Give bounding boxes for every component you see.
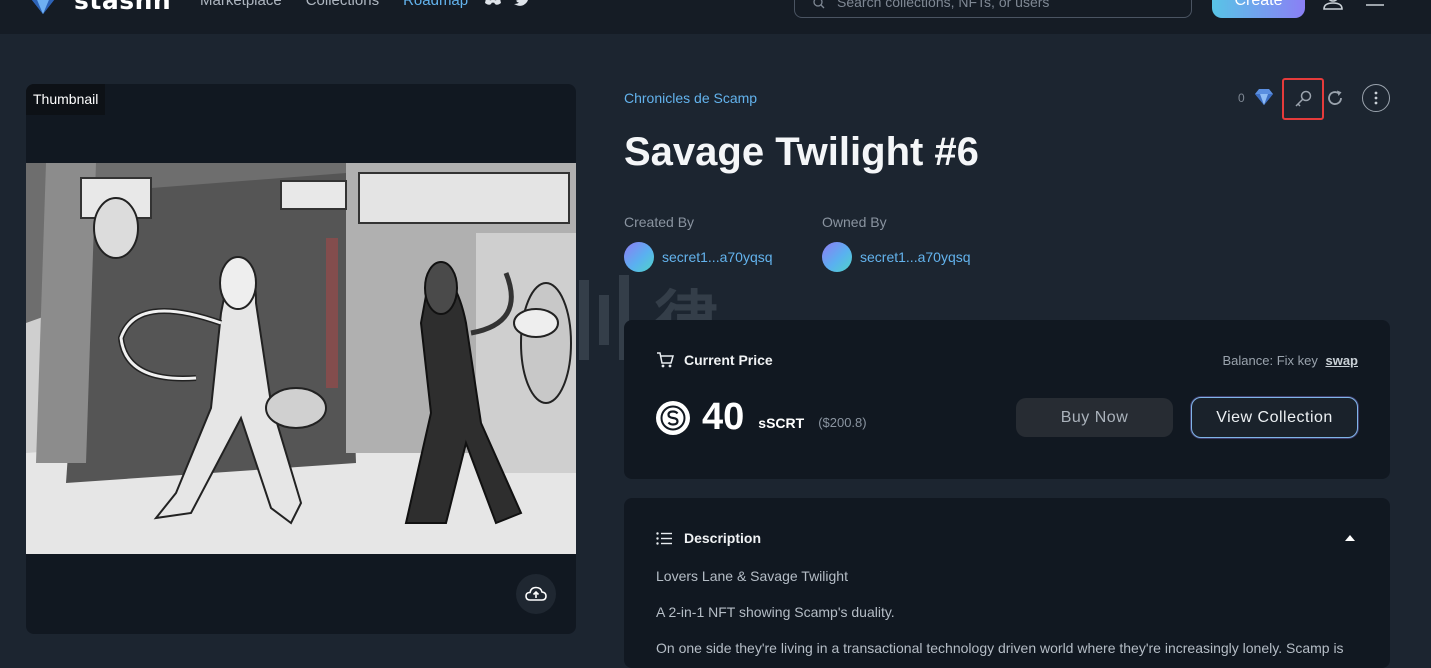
description-label: Description — [684, 530, 761, 546]
buy-now-button[interactable]: Buy Now — [1016, 398, 1173, 437]
secret-token-icon — [660, 405, 686, 431]
price-amount: 40 — [702, 396, 744, 439]
thumbnail-card: Thumbnail — [26, 84, 576, 634]
owned-by-label: Owned By — [822, 214, 971, 230]
nav-marketplace[interactable]: Marketplace — [200, 0, 282, 9]
twitter-icon[interactable] — [514, 0, 530, 6]
list-icon — [656, 532, 672, 545]
refresh-icon[interactable] — [1326, 89, 1344, 107]
chevron-up-icon[interactable] — [1344, 534, 1356, 542]
price-unit: sSCRT — [758, 415, 804, 431]
creator-section: Created By secret1...a70yqsq — [624, 214, 773, 272]
owner-row[interactable]: secret1...a70yqsq — [822, 242, 971, 272]
created-by-label: Created By — [624, 214, 773, 230]
cart-icon — [656, 352, 674, 368]
top-navigation-bar: stashh Marketplace Collections Roadmap C… — [0, 0, 1431, 34]
current-price-label: Current Price — [684, 352, 773, 368]
user-account-icon[interactable] — [1322, 0, 1344, 10]
description-paragraph: A 2-in-1 NFT showing Scamp's duality. — [656, 604, 895, 620]
owner-section: Owned By secret1...a70yqsq — [822, 214, 971, 272]
creator-address[interactable]: secret1...a70yqsq — [662, 249, 773, 265]
price-card: Current Price Balance: Fix key swap 40 s… — [624, 320, 1390, 479]
search-box[interactable] — [794, 0, 1192, 18]
owner-avatar — [822, 242, 852, 272]
thumbnail-label: Thumbnail — [26, 84, 105, 115]
balance-label: Balance: — [1222, 353, 1273, 368]
diamond-logo-icon — [26, 0, 60, 15]
brand-logo[interactable]: stashh — [26, 0, 171, 15]
more-options-button[interactable] — [1362, 84, 1390, 112]
key-button[interactable] — [1282, 78, 1324, 120]
creator-avatar — [624, 242, 654, 272]
key-icon — [1293, 89, 1313, 109]
create-button[interactable]: Create — [1212, 0, 1305, 18]
gem-favorite-icon[interactable] — [1254, 88, 1274, 106]
nft-title: Savage Twilight #6 — [624, 130, 979, 175]
discord-icon[interactable] — [484, 0, 502, 6]
more-vertical-icon — [1374, 91, 1378, 105]
swap-link[interactable]: swap — [1325, 353, 1358, 368]
price-usd: ($200.8) — [818, 415, 866, 430]
search-icon — [813, 0, 825, 9]
owner-address[interactable]: secret1...a70yqsq — [860, 249, 971, 265]
price-row: 40 sSCRT ($200.8) — [656, 396, 867, 439]
search-input[interactable] — [835, 0, 1179, 11]
description-header[interactable]: Description — [656, 530, 761, 546]
main-nav: Marketplace Collections Roadmap — [200, 0, 468, 9]
nav-roadmap[interactable]: Roadmap — [403, 0, 468, 9]
collection-link[interactable]: Chronicles de Scamp — [624, 90, 757, 106]
balance-value: Fix key — [1277, 353, 1318, 368]
cloud-upload-icon — [525, 586, 547, 602]
upload-to-cloud-button[interactable] — [516, 574, 556, 614]
nav-collections[interactable]: Collections — [306, 0, 379, 9]
view-collection-button[interactable]: View Collection — [1191, 397, 1358, 438]
balance-info: Balance: Fix key swap — [1222, 353, 1358, 368]
favorite-count: 0 — [1238, 91, 1245, 105]
hamburger-menu-icon[interactable] — [1365, 0, 1385, 8]
price-header: Current Price — [656, 352, 773, 368]
scrt-coin-icon — [656, 401, 690, 435]
brand-name: stashh — [74, 0, 171, 15]
creator-row[interactable]: secret1...a70yqsq — [624, 242, 773, 272]
nft-artwork-image[interactable] — [26, 163, 576, 554]
description-card: Description Lovers Lane & Savage Twiligh… — [624, 498, 1390, 668]
social-links — [484, 0, 530, 6]
description-paragraph: Lovers Lane & Savage Twilight — [656, 568, 848, 584]
description-paragraph: On one side they're living in a transact… — [656, 640, 1344, 656]
